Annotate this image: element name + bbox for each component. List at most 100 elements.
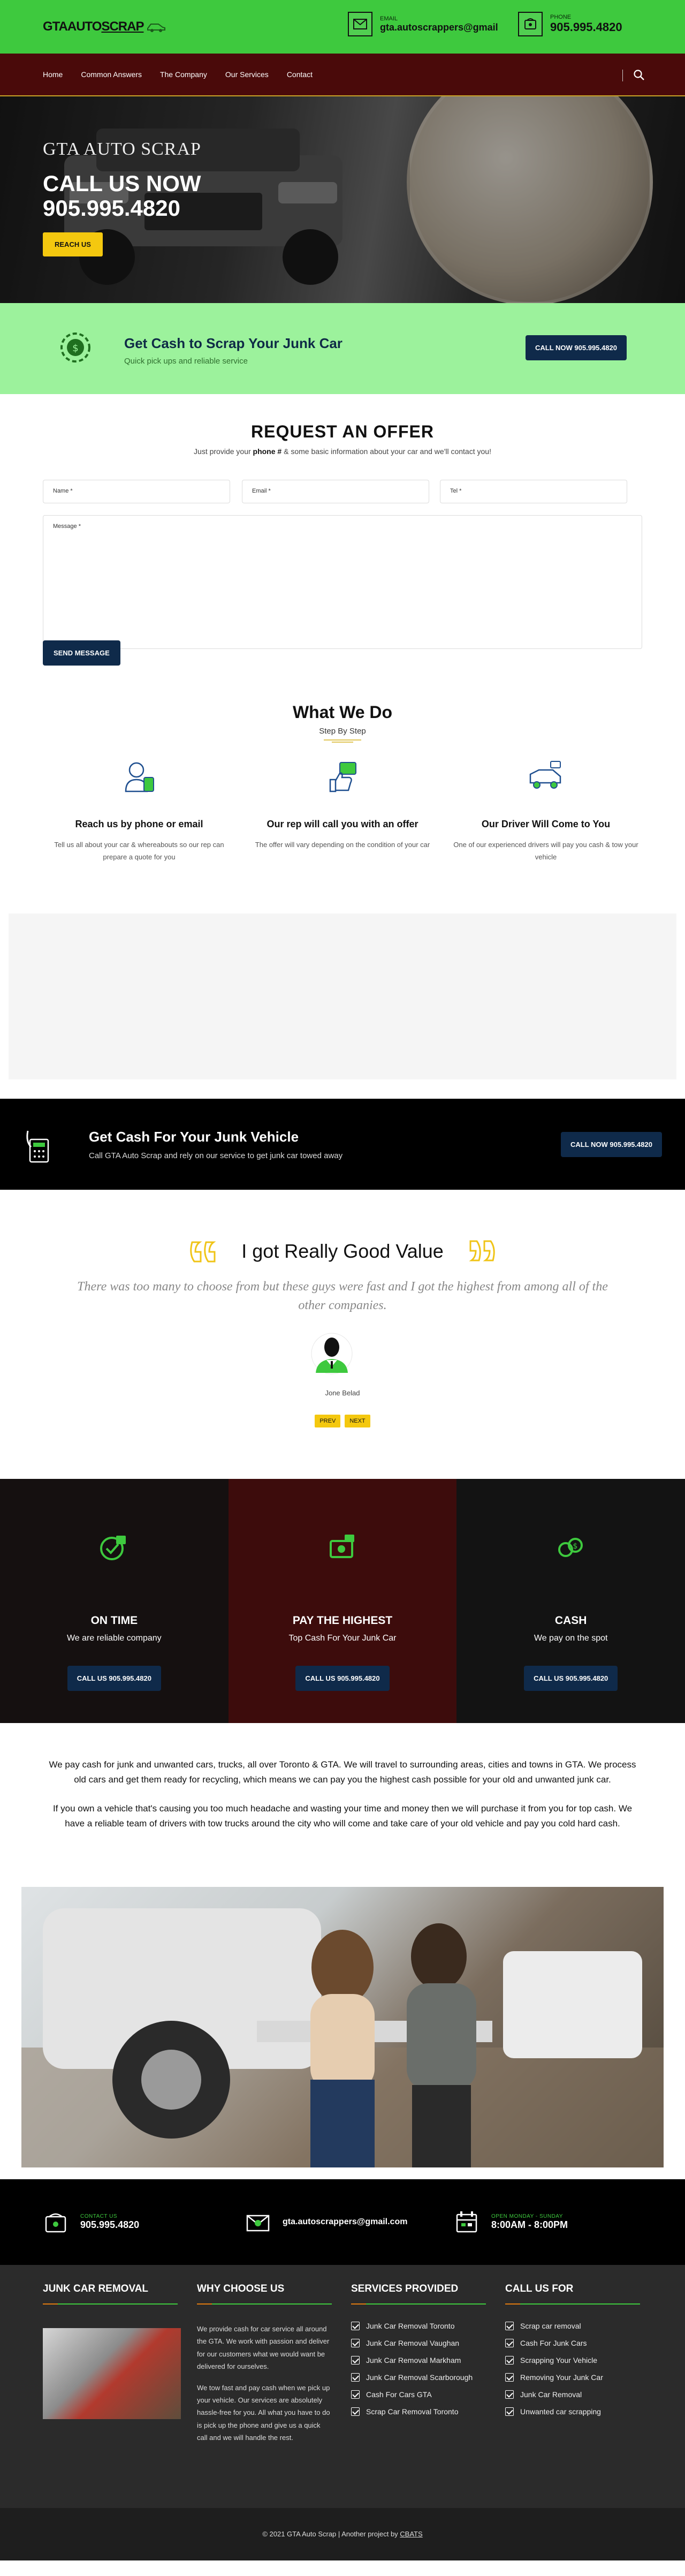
- footer-hours-label: OPEN MONDAY - SUNDAY: [491, 2214, 563, 2219]
- coins-icon: $: [558, 1538, 583, 1557]
- next-button[interactable]: NEXT: [345, 1415, 370, 1427]
- testimonial-pager: PREV NEXT: [0, 1415, 685, 1427]
- svg-text:$: $: [72, 343, 78, 354]
- request-offer-subtitle: Just provide your phone # & some basic i…: [194, 447, 491, 456]
- call-us-button[interactable]: CALL US 905.995.4820: [295, 1666, 390, 1691]
- phone-value[interactable]: 905.995.4820: [550, 20, 622, 34]
- footer-col-rule: [351, 2303, 486, 2305]
- hero-phone-number[interactable]: 905.995.4820: [43, 195, 201, 221]
- page: GTAAUTOSCRAP EMAIL gta.autoscrappers@gma…: [0, 0, 685, 2560]
- nav-the-company[interactable]: The Company: [160, 70, 207, 79]
- footer-col-title: SERVICES PROVIDED: [351, 2283, 459, 2294]
- thumbs-up-offer-icon: [329, 762, 356, 792]
- footer-col-rule: [43, 2303, 178, 2305]
- calendar-icon: [456, 2211, 477, 2233]
- hero-content: GTA AUTO SCRAP CALL US NOW 905.995.4820 …: [43, 139, 201, 257]
- step-text: Tell us all about your car & whereabouts…: [54, 841, 224, 862]
- phone-label: PHONE: [550, 14, 572, 20]
- footer-phone[interactable]: CONTACT US 905.995.4820: [43, 2209, 139, 2235]
- service-link[interactable]: Junk Car Removal Vaughan: [351, 2339, 486, 2347]
- feature-title: PAY THE HIGHEST: [292, 1614, 393, 1627]
- footer-col-services: SERVICES PROVIDED Junk Car Removal Toron…: [351, 2283, 486, 2424]
- phone-icon: [45, 2213, 66, 2233]
- search-icon[interactable]: [633, 69, 645, 81]
- footer-col-junk-car-removal: JUNK CAR REMOVAL: [43, 2283, 181, 2419]
- quote-close-icon: [469, 1240, 495, 1261]
- call-for-link[interactable]: Unwanted car scrapping: [505, 2407, 640, 2416]
- call-now-button[interactable]: CALL NOW 905.995.4820: [561, 1132, 662, 1157]
- email-value[interactable]: gta.autoscrappers@gmail: [380, 22, 498, 33]
- footer-col-call-us-for: CALL US FOR Scrap car removal Cash For J…: [505, 2283, 640, 2424]
- service-link[interactable]: Junk Car Removal Markham: [351, 2356, 486, 2365]
- header-phone[interactable]: PHONE 905.995.4820: [518, 12, 622, 36]
- cash-banner: $ Get Cash to Scrap Your Junk Car Quick …: [0, 303, 685, 394]
- checkbox-icon: [505, 2339, 514, 2347]
- car-logo-icon: [147, 24, 166, 32]
- step-title: Reach us by phone or email: [75, 819, 203, 829]
- feature-text: Top Cash For Your Junk Car: [288, 1634, 397, 1643]
- checkbox-icon: [505, 2356, 514, 2365]
- service-link[interactable]: Junk Car Removal Scarborough: [351, 2373, 486, 2382]
- call-us-button[interactable]: CALL US 905.995.4820: [524, 1666, 618, 1691]
- service-link[interactable]: Junk Car Removal Toronto: [351, 2322, 486, 2330]
- cash-vehicle-banner: Get Cash For Your Junk Vehicle Call GTA …: [0, 1099, 685, 1190]
- step-card: Reach us by phone or email Tell us all a…: [43, 758, 235, 864]
- main-nav: Home Common Answers The Company Our Serv…: [0, 54, 685, 96]
- footer-col-why-choose-us: WHY CHOOSE US We provide cash for car se…: [197, 2283, 332, 2444]
- prev-button[interactable]: PREV: [315, 1415, 341, 1427]
- checkbox-icon: [351, 2322, 360, 2330]
- phone-icon: [518, 12, 543, 36]
- message-field[interactable]: Message *: [43, 515, 642, 649]
- call-for-link[interactable]: Cash For Junk Cars: [505, 2339, 640, 2347]
- service-link[interactable]: Cash For Cars GTA: [351, 2390, 486, 2399]
- logo[interactable]: GTAAUTOSCRAP: [43, 19, 166, 34]
- step-title: Our rep will call you with an offer: [267, 819, 418, 829]
- send-message-button[interactable]: SEND MESSAGE: [43, 640, 120, 666]
- hero: GTA AUTO SCRAP CALL US NOW 905.995.4820 …: [0, 96, 685, 303]
- call-for-link[interactable]: Junk Car Removal: [505, 2390, 640, 2399]
- call-us-button[interactable]: CALL US 905.995.4820: [67, 1666, 161, 1691]
- checkbox-icon: [505, 2322, 514, 2330]
- email-label: EMAIL: [380, 15, 398, 22]
- checkbox-icon: [505, 2373, 514, 2382]
- nav-home[interactable]: Home: [43, 70, 63, 79]
- money-gear-icon: $: [60, 333, 90, 362]
- cash-vehicle-subtext: Call GTA Auto Scrap and rely on our serv…: [89, 1151, 343, 1160]
- call-for-link[interactable]: Scrapping Your Vehicle: [505, 2356, 640, 2365]
- checkbox-icon: [351, 2407, 360, 2416]
- cbats-link[interactable]: CBATS: [400, 2530, 422, 2538]
- footer-col-rule: [505, 2303, 640, 2305]
- couple-tow-truck-image: [21, 1887, 664, 2167]
- feature-text: We are reliable company: [66, 1634, 162, 1643]
- copyright-text: © 2021 GTA Auto Scrap | Another project …: [262, 2530, 400, 2538]
- call-now-button[interactable]: CALL NOW 905.995.4820: [526, 335, 627, 360]
- testimonial-quote: There was too many to choose from but th…: [77, 1280, 608, 1312]
- nav-our-services[interactable]: Our Services: [225, 70, 269, 79]
- reach-us-button[interactable]: REACH US: [43, 232, 103, 257]
- svg-text:$: $: [573, 1542, 577, 1551]
- checkbox-icon: [351, 2390, 360, 2399]
- header-email[interactable]: EMAIL gta.autoscrappers@gmail: [348, 12, 498, 36]
- feature-text: We pay on the spot: [534, 1634, 608, 1643]
- what-we-do-subtitle: Step By Step: [319, 727, 366, 736]
- footer-mechanic-image: [43, 2328, 181, 2419]
- name-field[interactable]: Name *: [43, 480, 230, 503]
- footer-contact-value[interactable]: 905.995.4820: [80, 2219, 139, 2231]
- top-bar: GTAAUTOSCRAP EMAIL gta.autoscrappers@gma…: [0, 0, 685, 54]
- nav-common-answers[interactable]: Common Answers: [81, 70, 142, 79]
- service-link[interactable]: Scrap Car Removal Toronto: [351, 2407, 486, 2416]
- cash-banner-subtext: Quick pick ups and reliable service: [124, 357, 248, 366]
- call-for-link[interactable]: Scrap car removal: [505, 2322, 640, 2330]
- about-paragraph: If you own a vehicle that's causing you …: [52, 1803, 633, 1829]
- nav-divider: [622, 70, 623, 81]
- tel-field[interactable]: Tel *: [440, 480, 627, 503]
- footer-col-title: JUNK CAR REMOVAL: [43, 2283, 149, 2294]
- footer-email[interactable]: gta.autoscrappers@gmail.com: [245, 2209, 407, 2235]
- footer-email-value[interactable]: gta.autoscrappers@gmail.com: [283, 2217, 407, 2227]
- email-field[interactable]: Email *: [242, 480, 429, 503]
- nav-contact[interactable]: Contact: [287, 70, 313, 79]
- avatar: [311, 1333, 353, 1374]
- feature-pay-highest: PAY THE HIGHEST Top Cash For Your Junk C…: [228, 1479, 457, 1723]
- footer-col-rule: [197, 2303, 332, 2305]
- call-for-link[interactable]: Removing Your Junk Car: [505, 2373, 640, 2382]
